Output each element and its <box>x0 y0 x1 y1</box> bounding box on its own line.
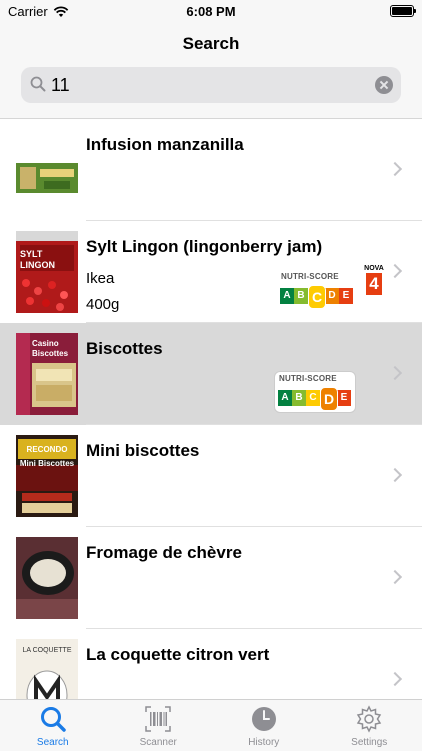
nutriscore-letter-b: B <box>294 288 308 304</box>
nutriscore-letter-b: B <box>292 390 306 406</box>
chevron-right-icon <box>388 570 402 584</box>
list-item[interactable]: SYLT LINGON Sylt Lingon (lingonberry jam… <box>0 221 422 323</box>
product-thumbnail: LA COQUETTE <box>16 639 78 699</box>
product-thumbnail: SYLT LINGON <box>16 231 78 313</box>
product-title: Fromage de chèvre <box>86 543 242 563</box>
list-item[interactable]: Casino Biscottes Biscottes NUTRI-SCORE A… <box>0 323 422 425</box>
product-thumbnail: RECONDO Mini Biscottes <box>16 435 78 517</box>
chevron-right-icon <box>388 468 402 482</box>
results-list: Infusion manzanilla SYLT LINGON Sylt Lin… <box>0 119 422 699</box>
list-item[interactable]: RECONDO Mini Biscottes Mini biscottes <box>0 425 422 527</box>
tab-settings-label: Settings <box>317 737 422 748</box>
clear-search-button[interactable] <box>375 76 393 94</box>
search-bar[interactable] <box>21 67 401 103</box>
nutriscore-letter-d: D <box>325 288 339 304</box>
search-icon <box>30 76 46 92</box>
product-thumbnail: Casino Biscottes <box>16 333 78 415</box>
nova-badge: NOVA 4 <box>364 265 384 305</box>
chevron-right-icon <box>388 162 402 176</box>
product-title: Infusion manzanilla <box>86 135 244 155</box>
nutriscore-scale: A B C D E <box>278 387 352 405</box>
clock-icon <box>250 705 278 733</box>
product-title: Sylt Lingon (lingonberry jam) <box>86 237 322 257</box>
nova-group: 4 <box>366 273 382 295</box>
product-title: Mini biscottes <box>86 441 199 461</box>
tab-search[interactable]: Search <box>0 700 106 751</box>
status-bar: Carrier 6:08 PM <box>0 0 422 22</box>
nutriscore-title: NUTRI-SCORE <box>281 272 339 281</box>
nutriscore-letter-d: D <box>320 387 338 411</box>
clock-time: 6:08 PM <box>0 4 422 19</box>
thumbnail-label: RECONDO Mini Biscottes <box>18 443 76 471</box>
product-thumbnail <box>16 537 78 619</box>
product-title: Biscottes <box>86 339 163 359</box>
list-item[interactable]: LA COQUETTE La coquette citron vert <box>0 629 422 699</box>
gear-icon <box>355 705 383 733</box>
product-title: La coquette citron vert <box>86 645 269 665</box>
tab-scanner[interactable]: Scanner <box>106 700 212 751</box>
battery-icon <box>390 5 414 17</box>
tab-history-label: History <box>211 737 317 748</box>
nutriscore-scale: A B C D E <box>280 285 354 303</box>
navigation-bar: Search <box>0 22 422 119</box>
nutriscore-letter-e: E <box>339 288 353 304</box>
tab-bar: Search Scanner History Settings <box>0 699 422 751</box>
nutriscore-badge: NUTRI-SCORE A B C D E <box>274 371 356 413</box>
nutriscore-title: NUTRI-SCORE <box>279 374 337 383</box>
nutriscore-letter-a: A <box>278 390 292 406</box>
tab-history[interactable]: History <box>211 700 317 751</box>
tab-search-label: Search <box>0 737 106 748</box>
nutriscore-letter-c: C <box>306 390 320 406</box>
nutriscore-letter-c: C <box>308 285 326 309</box>
thumbnail-label: Casino Biscottes <box>32 339 78 359</box>
nova-title: NOVA <box>364 265 384 272</box>
search-icon <box>39 705 67 733</box>
thumbnail-label: LA COQUETTE <box>16 647 78 654</box>
search-input[interactable] <box>51 67 361 103</box>
chevron-right-icon <box>388 264 402 278</box>
thumbnail-label: SYLT LINGON <box>20 249 74 271</box>
nutriscore-letter-a: A <box>280 288 294 304</box>
product-quantity: 400g <box>86 296 119 313</box>
list-item[interactable]: Infusion manzanilla <box>0 119 422 221</box>
page-title: Search <box>0 34 422 54</box>
barcode-icon <box>144 705 172 733</box>
tab-settings[interactable]: Settings <box>317 700 422 751</box>
nutriscore-letter-e: E <box>337 390 351 406</box>
product-brand: Ikea <box>86 270 114 287</box>
chevron-right-icon <box>388 366 402 380</box>
product-thumbnail <box>16 129 78 211</box>
list-item[interactable]: Fromage de chèvre <box>0 527 422 629</box>
nutriscore-badge: NUTRI-SCORE A B C D E <box>276 269 358 311</box>
chevron-right-icon <box>388 672 402 686</box>
tab-scanner-label: Scanner <box>106 737 212 748</box>
